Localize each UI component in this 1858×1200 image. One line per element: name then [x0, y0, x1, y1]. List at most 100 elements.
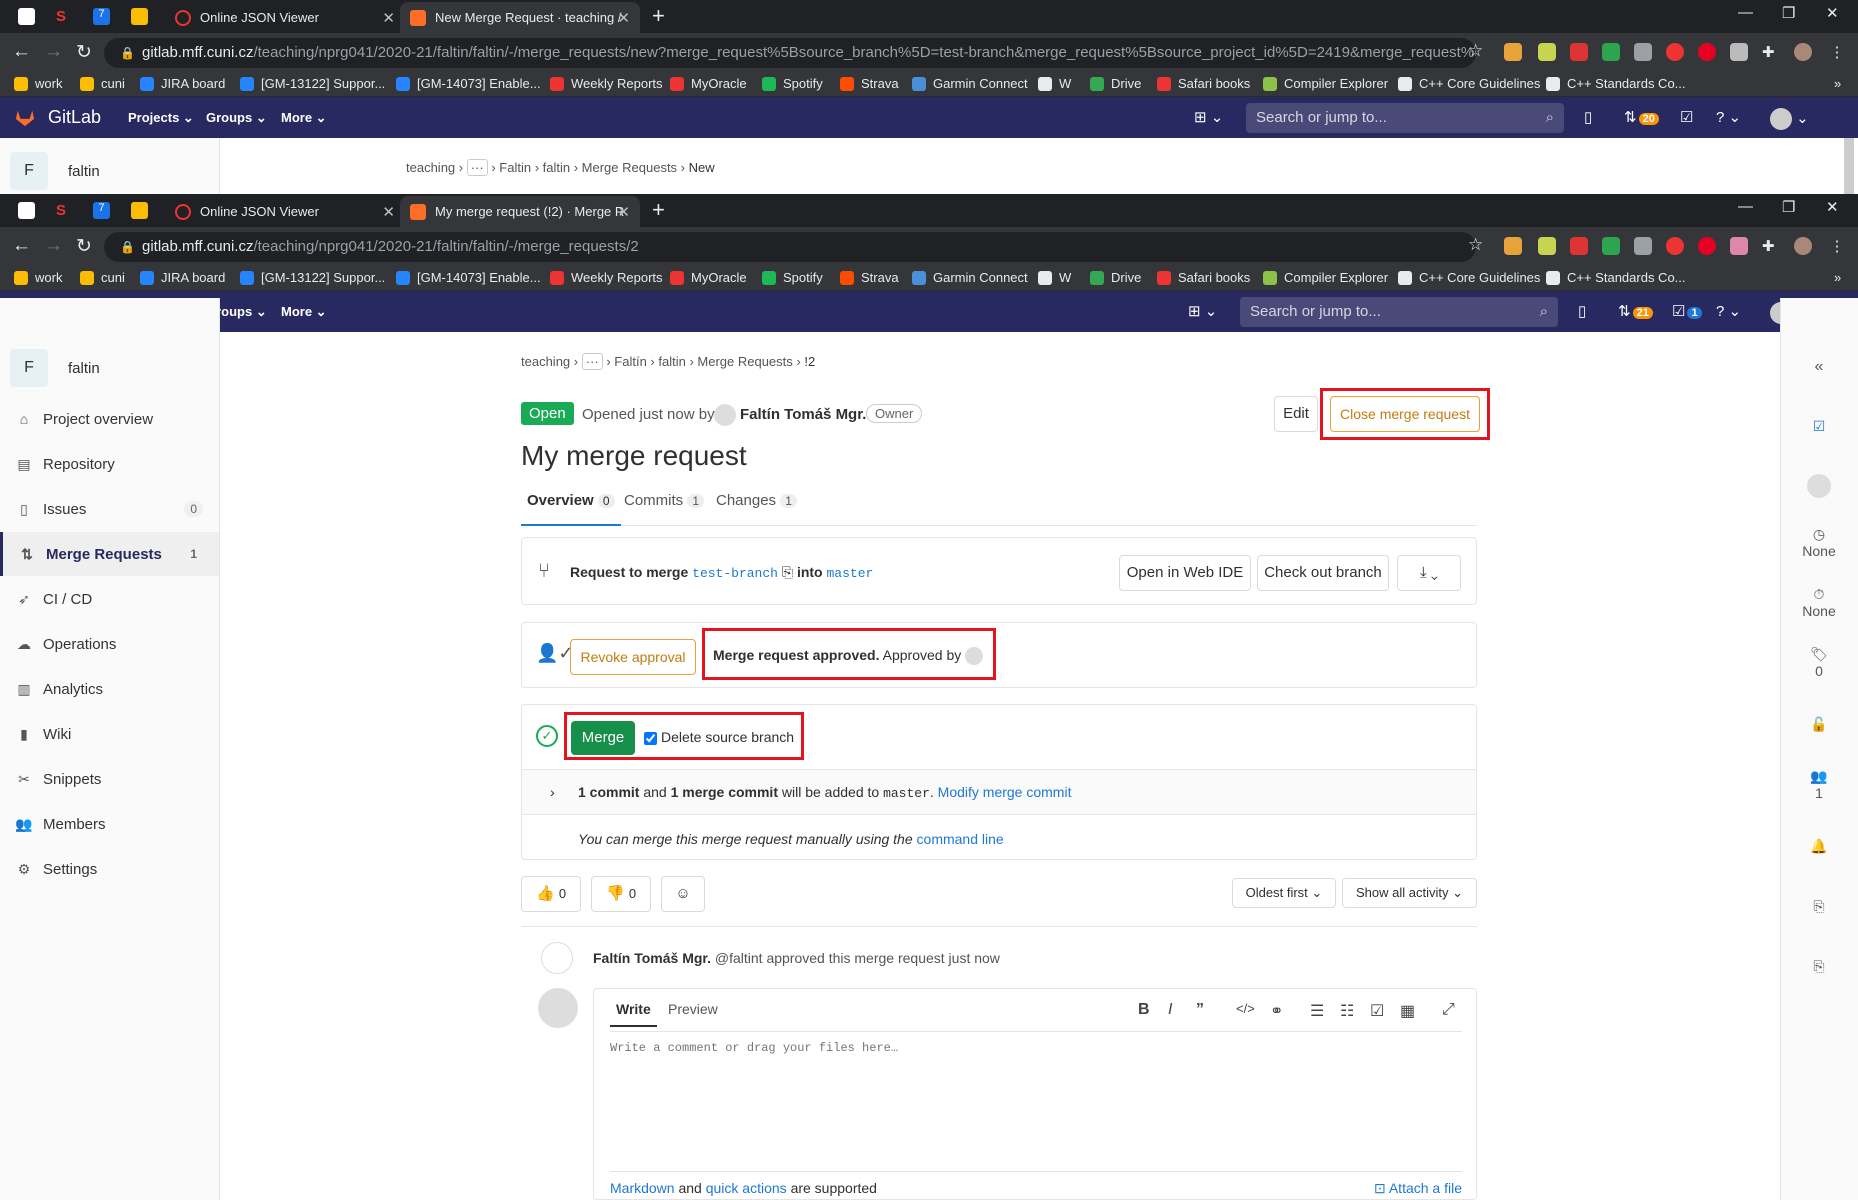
italic-icon[interactable]: I: [1168, 1001, 1172, 1019]
extension-icon[interactable]: [1634, 237, 1652, 255]
sidebar-item-merge-requests[interactable]: ⇅ Merge Requests 1: [0, 532, 219, 576]
gmail-icon[interactable]: [18, 8, 35, 25]
breadcrumb-item[interactable]: Faltin: [499, 160, 531, 175]
extension-icon[interactable]: [1730, 43, 1748, 61]
attach-file-link[interactable]: ⊡ Attach a file: [1374, 1180, 1462, 1197]
bookmark-item[interactable]: Garmin Connect: [912, 76, 1028, 91]
reload-icon[interactable]: ↻: [76, 235, 92, 258]
bookmark-item[interactable]: cuni: [80, 76, 125, 91]
help-icon[interactable]: ? ⌄: [1716, 302, 1741, 320]
bookmark-item[interactable]: Garmin Connect: [912, 270, 1028, 285]
puzzle-icon[interactable]: ✚: [1762, 237, 1780, 255]
profile-avatar[interactable]: [1794, 237, 1812, 255]
tab-json-viewer[interactable]: Online JSON Viewer ✕: [165, 196, 405, 227]
open-web-ide-button[interactable]: Open in Web IDE: [1119, 555, 1251, 591]
extension-icon[interactable]: [1504, 237, 1522, 255]
bookmark-item[interactable]: work: [14, 76, 62, 91]
labels-icon[interactable]: 🏷 0: [1781, 646, 1857, 679]
new-tab-icon[interactable]: +: [652, 197, 665, 223]
breadcrumb-item[interactable]: Faltín: [614, 354, 647, 369]
copy-reference-icon[interactable]: ⎘: [1781, 898, 1857, 915]
add-reaction-button[interactable]: ☺: [661, 876, 705, 912]
search-input[interactable]: Search or jump to... ⌕: [1246, 103, 1564, 133]
activity-author[interactable]: Faltín Tomáš Mgr.: [593, 950, 711, 966]
author-avatar[interactable]: [714, 404, 736, 426]
tab-my-merge-request[interactable]: My merge request (!2) · Merge R ✕: [400, 196, 640, 227]
bookmark-item[interactable]: Spotify: [762, 76, 823, 91]
project-header[interactable]: Ffaltin: [10, 152, 100, 190]
bookmark-item[interactable]: Safari books: [1157, 270, 1250, 285]
search-input[interactable]: Search or jump to... ⌕: [1240, 297, 1558, 327]
quote-icon[interactable]: ”: [1196, 1001, 1204, 1019]
calendar-icon[interactable]: 7: [93, 202, 110, 219]
minimize-icon[interactable]: —: [1738, 4, 1753, 21]
projects-menu[interactable]: Projects ⌄: [128, 110, 194, 126]
assignee-avatar[interactable]: [1781, 474, 1857, 501]
tab-commits[interactable]: Commits 1: [624, 492, 705, 509]
lock-icon[interactable]: 🔓: [1781, 716, 1857, 733]
bookmark-item[interactable]: Drive: [1090, 76, 1141, 91]
more-menu[interactable]: More ⌄: [281, 110, 327, 126]
bookmark-item[interactable]: Compiler Explorer: [1263, 270, 1388, 285]
markdown-link[interactable]: Markdown: [610, 1180, 675, 1196]
new-tab-icon[interactable]: +: [652, 3, 665, 29]
todos-icon[interactable]: ☑ 1: [1672, 302, 1702, 320]
bookmark-item[interactable]: Strava: [840, 270, 899, 285]
modify-merge-commit-link[interactable]: Modify merge commit: [938, 784, 1072, 800]
help-icon[interactable]: ? ⌄: [1716, 108, 1741, 126]
breadcrumb-item[interactable]: faltin: [543, 160, 570, 175]
bullet-list-icon[interactable]: ☰: [1310, 1001, 1324, 1021]
bookmark-item[interactable]: MyOracle: [670, 76, 747, 91]
s-app-icon[interactable]: S: [56, 202, 73, 219]
close-window-icon[interactable]: ✕: [1826, 4, 1839, 22]
maximize-icon[interactable]: ❐: [1782, 4, 1795, 22]
tab-overview[interactable]: Overview 0: [521, 492, 621, 526]
breadcrumb-item[interactable]: Merge Requests: [697, 354, 792, 369]
extension-icon[interactable]: [1538, 237, 1556, 255]
source-branch[interactable]: test-branch: [692, 566, 778, 581]
bookmark-item[interactable]: cuni: [80, 270, 125, 285]
gitlab-brand[interactable]: GitLab: [48, 107, 101, 128]
fullscreen-icon[interactable]: ⤢: [1442, 1001, 1455, 1019]
code-icon[interactable]: </>: [1236, 1001, 1255, 1016]
bookmark-item[interactable]: Spotify: [762, 270, 823, 285]
close-icon[interactable]: ✕: [617, 203, 630, 221]
bookmark-item[interactable]: [GM-14073] Enable...: [396, 76, 541, 91]
revoke-approval-button[interactable]: Revoke approval: [570, 639, 696, 675]
tab-new-merge-request[interactable]: New Merge Request · teaching / ✕: [400, 2, 640, 33]
bookmark-item[interactable]: [GM-13122] Suppor...: [240, 270, 385, 285]
gitlab-logo-icon[interactable]: [14, 107, 36, 127]
breadcrumb-item[interactable]: teaching: [521, 354, 570, 369]
bookmark-item[interactable]: W: [1038, 76, 1071, 91]
bookmark-item[interactable]: C++ Standards Co...: [1546, 270, 1686, 285]
breadcrumb-item[interactable]: Merge Requests: [582, 160, 677, 175]
author-name[interactable]: Faltín Tomáš Mgr.: [740, 406, 866, 423]
forward-icon[interactable]: →: [44, 41, 63, 63]
bookmark-item[interactable]: C++ Standards Co...: [1546, 76, 1686, 91]
back-icon[interactable]: ←: [12, 41, 31, 63]
extension-icon[interactable]: [1570, 43, 1588, 61]
extension-icon[interactable]: [1538, 43, 1556, 61]
close-icon[interactable]: ✕: [382, 9, 395, 27]
evernote-icon[interactable]: [1602, 237, 1620, 255]
keep-icon[interactable]: [131, 202, 148, 219]
back-icon[interactable]: ←: [12, 235, 31, 257]
plus-icon[interactable]: ⊞ ⌄: [1194, 108, 1223, 126]
copy-icon[interactable]: ⎘: [782, 564, 793, 580]
bookmark-item[interactable]: [GM-14073] Enable...: [396, 270, 541, 285]
sort-dropdown[interactable]: Oldest first ⌄: [1232, 878, 1336, 908]
sidebar-item-members[interactable]: 👥 Members: [0, 802, 219, 846]
link-icon[interactable]: ⚭: [1270, 1001, 1283, 1021]
bookmark-item[interactable]: [GM-13122] Suppor...: [240, 76, 385, 91]
checkout-branch-button[interactable]: Check out branch: [1257, 555, 1389, 591]
command-line-link[interactable]: command line: [917, 831, 1004, 847]
calendar-icon[interactable]: 7: [93, 8, 110, 25]
bookmark-item[interactable]: C++ Core Guidelines: [1398, 76, 1540, 91]
participants-icon[interactable]: 👥 1: [1781, 768, 1857, 801]
bookmark-item[interactable]: Strava: [840, 76, 899, 91]
bookmark-star-icon[interactable]: ☆: [1468, 41, 1483, 61]
table-icon[interactable]: ▦: [1400, 1001, 1415, 1021]
close-icon[interactable]: ✕: [617, 9, 630, 27]
bookmark-item[interactable]: JIRA board: [140, 270, 225, 285]
todos-icon[interactable]: ☑: [1680, 108, 1693, 126]
